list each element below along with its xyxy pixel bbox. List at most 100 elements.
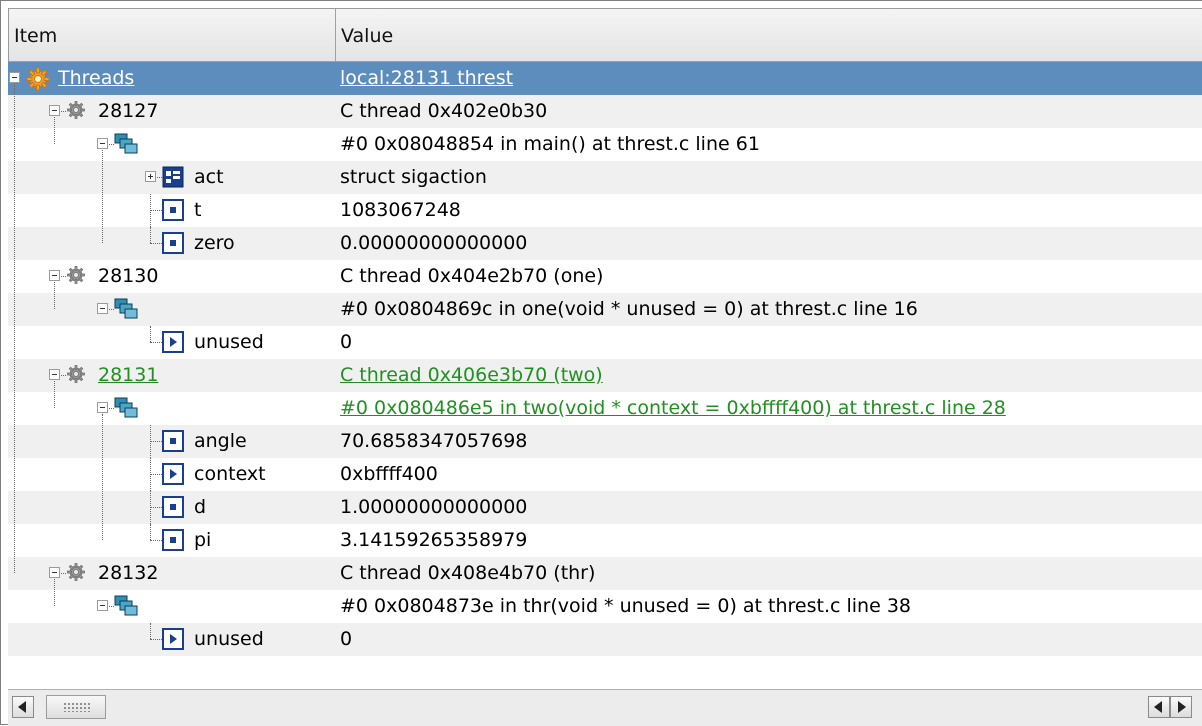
variable-icon (162, 194, 188, 226)
tree-row[interactable]: 28132 C thread 0x408e4b70 (thr) (8, 557, 1202, 590)
tree-row[interactable]: context 0xbffff400 (8, 458, 1202, 491)
tree-row[interactable]: act struct sigaction (8, 161, 1202, 194)
tree-row-selected[interactable]: Threads local:28131 threst (8, 62, 1202, 95)
item-value: 0.00000000000000 (340, 232, 528, 254)
gear-icon (66, 260, 92, 292)
item-name: 28131 (98, 364, 159, 386)
tree-connector (54, 282, 55, 309)
tree-connector (150, 524, 151, 540)
collapse-icon[interactable] (9, 72, 20, 83)
item-name: context (194, 463, 266, 485)
horizontal-scrollbar[interactable] (8, 689, 1202, 726)
item-value: 1083067248 (340, 199, 461, 221)
item-value: 70.6858347057698 (340, 430, 528, 452)
scroll-left-button-right[interactable] (1148, 696, 1170, 718)
item-name: Threads (58, 67, 135, 89)
collapse-icon[interactable] (49, 567, 60, 578)
item-value: C thread 0x406e3b70 (two) (340, 364, 603, 386)
item-value: 0 (340, 628, 353, 650)
column-header-value[interactable]: Value (336, 9, 1202, 62)
gear-large-icon (26, 62, 52, 94)
tree-connector (150, 639, 162, 640)
item-value: #0 0x0804869c in one(void * unused = 0) … (340, 298, 918, 320)
tree-connector (150, 540, 162, 541)
tree-row[interactable]: unused 0 (8, 326, 1202, 359)
collapse-icon[interactable] (97, 138, 108, 149)
collapse-icon[interactable] (49, 270, 60, 281)
tree-connector (14, 84, 15, 573)
item-value: #0 0x08048854 in main() at threst.c line… (340, 133, 760, 155)
gear-icon (66, 359, 92, 391)
gear-icon (66, 95, 92, 127)
pointer-icon (162, 458, 188, 490)
item-name: 28130 (98, 265, 159, 287)
variable-icon (162, 491, 188, 523)
tree-row[interactable]: #0 0x0804869c in one(void * unused = 0) … (8, 293, 1202, 326)
column-header: Item Value (8, 8, 1202, 62)
item-name: t (194, 199, 202, 221)
tree-row[interactable]: 28127 C thread 0x402e0b30 (8, 95, 1202, 128)
arrow-left-icon (1154, 701, 1162, 713)
tree-row[interactable]: #0 0x080486e5 in two(void * context = 0x… (8, 392, 1202, 425)
tree-connector (102, 150, 103, 243)
item-value: 1.00000000000000 (340, 496, 528, 518)
tree-row[interactable]: angle 70.6858347057698 (8, 425, 1202, 458)
item-value: C thread 0x402e0b30 (340, 100, 548, 122)
item-name: unused (194, 628, 264, 650)
column-header-item[interactable]: Item (9, 9, 336, 62)
item-name: pi (194, 529, 212, 551)
variable-icon (162, 227, 188, 259)
tree-connector (54, 381, 55, 408)
scroll-right-button[interactable] (1170, 696, 1192, 718)
arrow-right-icon (1178, 701, 1186, 713)
tree-connector (102, 414, 103, 540)
tree-row[interactable]: zero 0.00000000000000 (8, 227, 1202, 260)
tree-connector (54, 117, 55, 144)
item-name: 28127 (98, 100, 159, 122)
tree-connector (150, 194, 151, 227)
scroll-left-button[interactable] (12, 696, 34, 718)
tree-connector (150, 425, 151, 458)
stack-frame-icon (114, 590, 140, 622)
arrow-left-icon (18, 701, 26, 713)
item-name: 28132 (98, 562, 159, 584)
tree-connector (150, 441, 162, 442)
collapse-icon[interactable] (49, 369, 60, 380)
tree-row[interactable]: pi 3.14159265358979 (8, 524, 1202, 557)
collapse-icon[interactable] (97, 303, 108, 314)
gear-icon (66, 557, 92, 589)
item-name: angle (194, 430, 247, 452)
tree-row[interactable]: t 1083067248 (8, 194, 1202, 227)
tree-connector (150, 243, 162, 244)
collapse-icon[interactable] (49, 105, 60, 116)
tree-row[interactable]: unused 0 (8, 623, 1202, 656)
item-name: unused (194, 331, 264, 353)
tree-row[interactable]: #0 0x08048854 in main() at threst.c line… (8, 128, 1202, 161)
variable-icon (162, 425, 188, 457)
tree-connector (150, 474, 162, 475)
tree-connector (150, 458, 151, 491)
collapse-icon[interactable] (97, 600, 108, 611)
expand-icon[interactable] (145, 171, 156, 182)
tree-connector (150, 342, 162, 343)
tree-connector (150, 507, 162, 508)
tree-connector (150, 326, 151, 342)
tree-row[interactable]: 28130 C thread 0x404e2b70 (one) (8, 260, 1202, 293)
tree-row[interactable]: 28131 C thread 0x406e3b70 (two) (8, 359, 1202, 392)
scroll-thumb[interactable] (46, 695, 106, 719)
item-value: C thread 0x408e4b70 (thr) (340, 562, 596, 584)
item-value: 0xbffff400 (340, 463, 438, 485)
item-value: 3.14159265358979 (340, 529, 528, 551)
item-value: struct sigaction (340, 166, 487, 188)
tree-connector (54, 579, 55, 606)
tree-connector (150, 623, 151, 639)
tree-row[interactable]: #0 0x0804873e in thr(void * unused = 0) … (8, 590, 1202, 623)
item-name: act (194, 166, 224, 188)
stack-frame-icon (114, 128, 140, 160)
stack-frame-icon (114, 293, 140, 325)
collapse-icon[interactable] (97, 402, 108, 413)
variable-icon (162, 524, 188, 556)
tree-row[interactable]: d 1.00000000000000 (8, 491, 1202, 524)
item-name: d (194, 496, 207, 518)
item-name: zero (194, 232, 235, 254)
